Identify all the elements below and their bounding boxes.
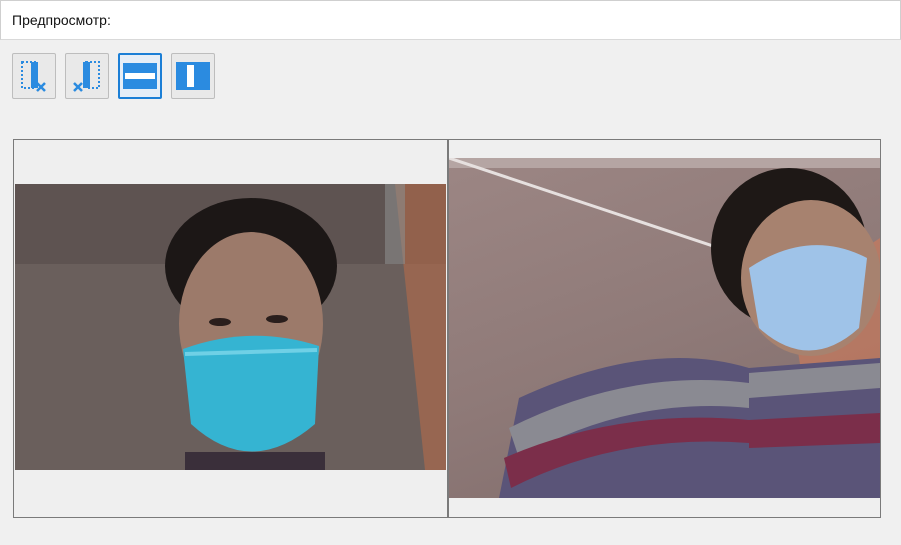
camera-photo-left <box>15 184 446 470</box>
layout-vertical-icon <box>176 62 210 90</box>
remove-left-frame-button[interactable] <box>12 53 56 99</box>
vertical-layout-button[interactable] <box>171 53 215 99</box>
right-camera-frame <box>449 158 880 498</box>
left-camera-frame <box>15 184 446 470</box>
frame-remove-left-icon <box>73 61 100 92</box>
camera-photo-right <box>449 158 880 498</box>
frame-remove-right-icon <box>21 61 46 92</box>
preview-area <box>13 139 881 518</box>
title-bar: Предпросмотр: <box>0 0 901 40</box>
remove-right-frame-button[interactable] <box>65 53 109 99</box>
horizontal-layout-button[interactable] <box>118 53 162 99</box>
window-title: Предпросмотр: <box>12 12 111 28</box>
layout-horizontal-icon <box>123 63 157 89</box>
